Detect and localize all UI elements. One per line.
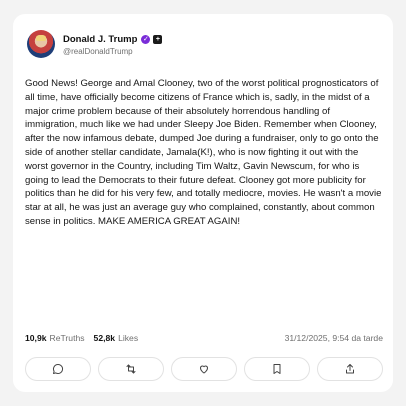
like-button[interactable]	[171, 357, 237, 381]
author-handle[interactable]: @realDonaldTrump	[63, 47, 162, 56]
retruths-count[interactable]: 10,9k	[25, 333, 47, 343]
post-stats: 10,9k ReTruths 52,8k Likes 31/12/2025, 9…	[25, 333, 383, 343]
post-timestamp: 31/12/2025, 9:54 da tarde	[284, 333, 383, 343]
share-icon	[346, 364, 354, 374]
retruth-icon	[126, 364, 136, 374]
post-header: Donald J. Trump ✓ + @realDonaldTrump	[27, 30, 163, 58]
share-button[interactable]	[317, 357, 383, 381]
likes-label[interactable]: Likes	[118, 333, 138, 343]
action-bar	[25, 357, 383, 381]
retruths-label[interactable]: ReTruths	[50, 333, 85, 343]
avatar[interactable]	[27, 30, 55, 58]
plus-badge-icon: +	[153, 34, 163, 44]
bookmark-button[interactable]	[244, 357, 310, 381]
author-info: Donald J. Trump ✓ + @realDonaldTrump	[63, 32, 163, 56]
comment-button[interactable]	[25, 357, 91, 381]
comment-icon	[53, 363, 64, 374]
author-name-row: Donald J. Trump ✓ +	[63, 32, 163, 46]
author-display-name[interactable]: Donald J. Trump	[63, 34, 137, 45]
bookmark-icon	[273, 364, 281, 374]
likes-count[interactable]: 52,8k	[94, 333, 116, 343]
retruth-button[interactable]	[98, 357, 164, 381]
verified-badge-icon: ✓	[141, 34, 151, 44]
post-text: Good News! George and Amal Clooney, two …	[25, 78, 382, 227]
like-icon	[200, 365, 208, 374]
post-card: Donald J. Trump ✓ + @realDonaldTrump Goo…	[13, 14, 393, 392]
